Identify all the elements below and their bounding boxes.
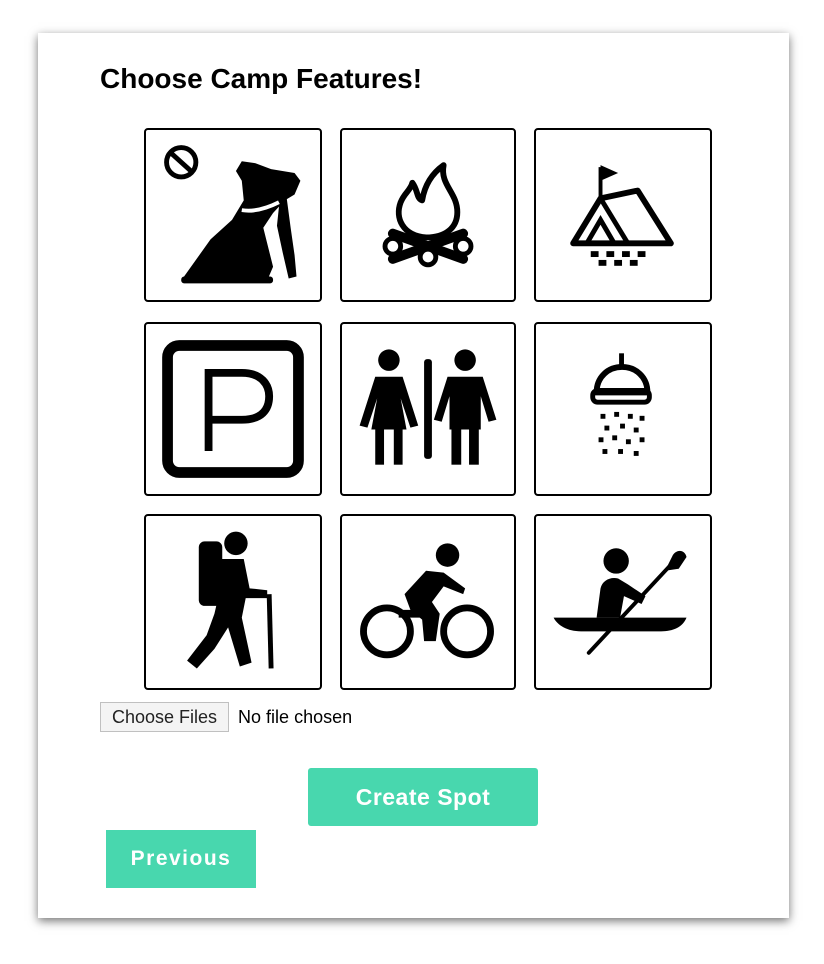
create-spot-button[interactable]: Create Spot — [308, 768, 538, 826]
feature-tile-parking[interactable] — [144, 322, 322, 496]
feature-tile-no-dogs[interactable] — [144, 128, 322, 302]
file-status-text: No file chosen — [238, 706, 353, 727]
parking-icon — [162, 340, 304, 478]
feature-tile-shower[interactable] — [534, 322, 712, 496]
no-dogs-icon — [164, 145, 301, 284]
kayaking-icon — [553, 548, 687, 655]
feature-tile-campfire[interactable] — [340, 128, 516, 302]
campsite-form-card: Choose Camp Features! Choose Files No fi… — [38, 33, 789, 918]
feature-tile-tent[interactable] — [534, 128, 712, 302]
page-title: Choose Camp Features! — [100, 63, 423, 94]
feature-grid — [144, 128, 712, 690]
feature-tile-kayaking[interactable] — [534, 514, 712, 690]
hiking-icon — [187, 531, 274, 669]
feature-tile-biking[interactable] — [340, 514, 516, 690]
feature-tile-restroom[interactable] — [340, 322, 516, 496]
shower-icon — [590, 353, 652, 456]
feature-tile-hiking[interactable] — [144, 514, 322, 690]
tent-icon — [570, 165, 674, 266]
biking-icon — [360, 543, 494, 659]
campfire-icon — [382, 162, 474, 268]
choose-files-button[interactable]: Choose Files — [100, 702, 230, 732]
file-upload: Choose Files No file chosen — [100, 702, 352, 732]
previous-button[interactable]: Previous — [106, 830, 256, 888]
restroom-icon — [359, 349, 497, 465]
